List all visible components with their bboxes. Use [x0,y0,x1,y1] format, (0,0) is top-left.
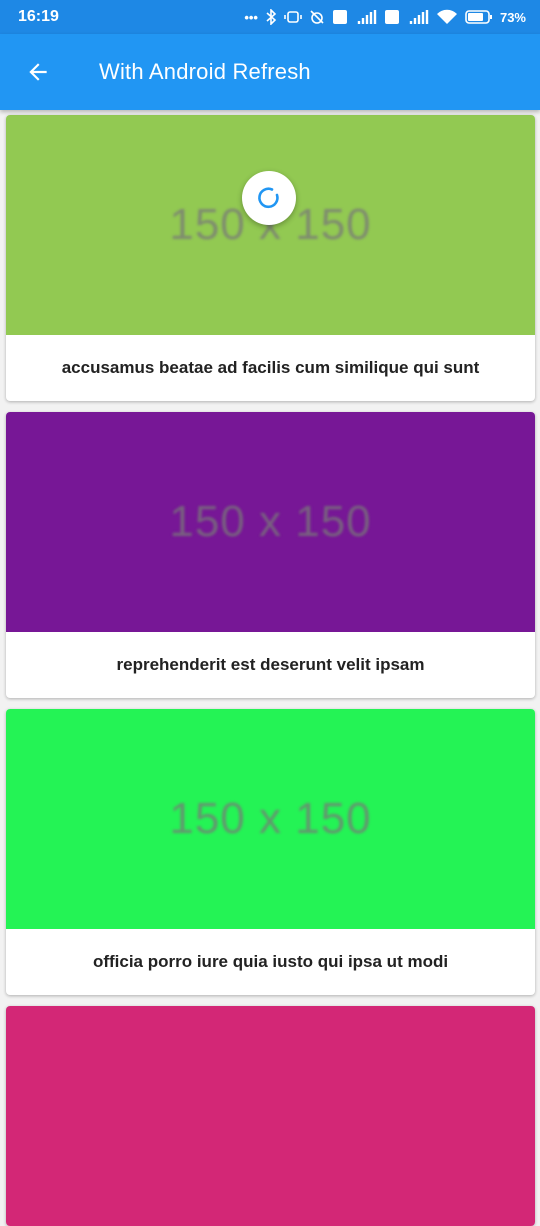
list-item[interactable]: 150 x 150 accusamus beatae ad facilis cu… [6,115,535,401]
wifi-icon [436,9,458,25]
status-bar: 16:19 ••• 73% [0,0,540,34]
list-item[interactable]: 150 x 150 officia porro iure quia iusto … [6,709,535,995]
image-placeholder-text: 150 x 150 [169,497,372,546]
image-placeholder-text: 150 x 150 [169,794,372,843]
status-time: 16:19 [18,8,59,25]
battery-charging-icon [465,9,493,25]
bluetooth-icon [265,9,277,25]
battery-percentage: 73% [499,9,526,25]
list-item[interactable]: 150 x 150 reprehenderit est deserunt vel… [6,412,535,698]
list-item[interactable] [6,1006,535,1226]
back-button[interactable] [18,52,58,92]
card-image [6,1006,535,1226]
more-notifications-icon: ••• [244,9,258,25]
status-icons: ••• 73% [244,9,526,25]
card-title: accusamus beatae ad facilis cum similiqu… [61,358,480,377]
alarm-off-icon [309,9,325,25]
refresh-spinner-icon [258,187,279,209]
refresh-indicator [242,171,296,225]
app-bar: With Android Refresh [0,34,540,110]
arrow-back-icon [29,63,47,81]
signal-4g-icon [355,9,377,25]
card-title: reprehenderit est deserunt velit ipsam [116,655,425,674]
vibrate-icon [284,10,302,24]
volte-icon [332,9,348,25]
volte-icon-2 [384,9,400,25]
page-title: With Android Refresh [99,59,311,84]
signal-icon [407,9,429,25]
card-title: officia porro iure quia iusto qui ipsa u… [92,952,449,971]
card-image: 150 x 150 [6,115,535,335]
card-image: 150 x 150 [6,709,535,929]
card-image: 150 x 150 [6,412,535,632]
